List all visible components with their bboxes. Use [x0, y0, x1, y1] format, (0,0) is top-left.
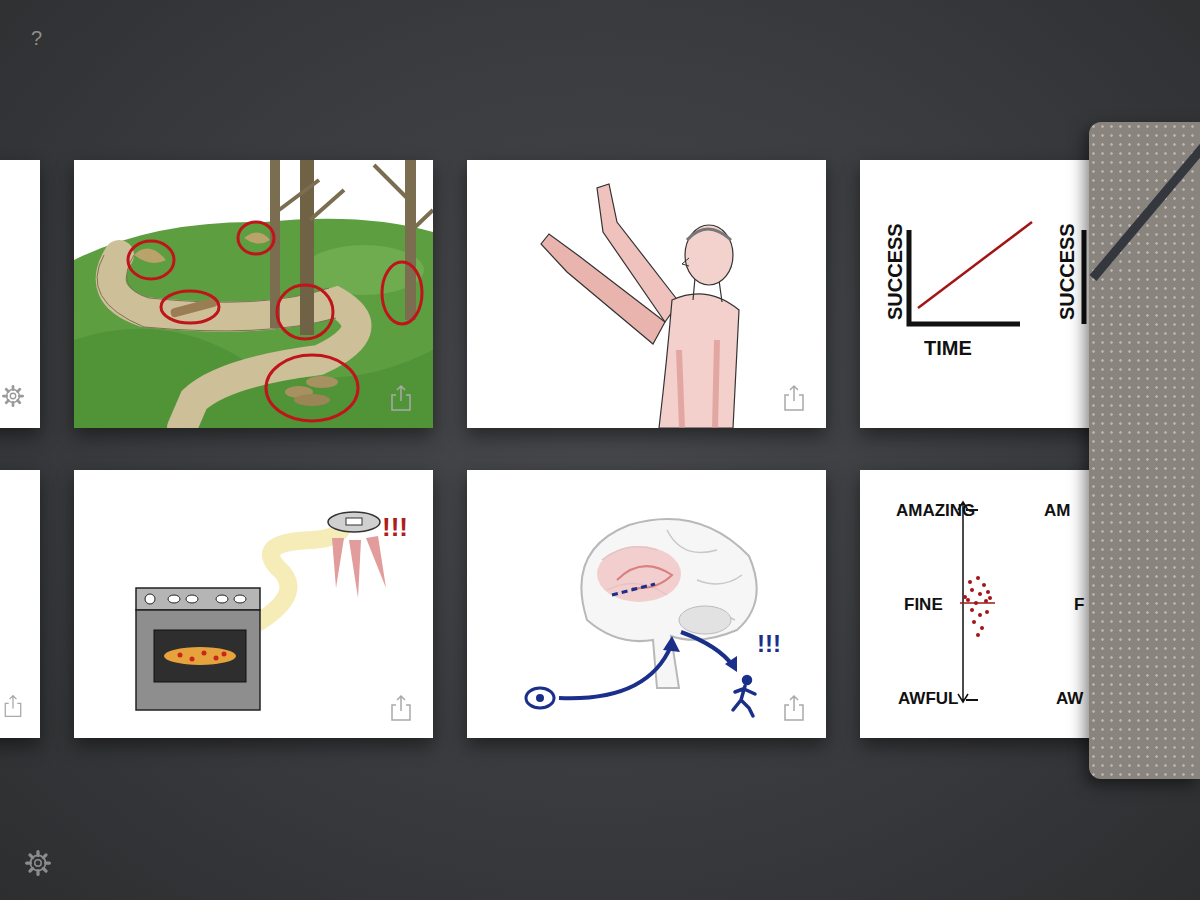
sketch-label: TIME	[924, 337, 972, 359]
sketch-row: SUCCESS TIME SUCCESS	[0, 160, 1200, 428]
sketch-label: AWFUL	[898, 689, 958, 708]
notebook-cover[interactable]	[1089, 122, 1200, 779]
share-icon[interactable]	[782, 694, 806, 722]
sketch-label: FINE	[904, 595, 943, 614]
page-card[interactable]: !!!	[74, 470, 433, 738]
share-icon[interactable]	[389, 694, 413, 722]
gear-icon[interactable]	[25, 850, 51, 876]
sketch-label: !!!	[382, 512, 408, 542]
page-card[interactable]	[0, 160, 40, 428]
page-card[interactable]: !!!	[467, 470, 826, 738]
sketch-gallery: SUCCESSTIMESUCCESS!!!!!!AMAZINGFINEAWFUL…	[0, 75, 1200, 738]
page-card[interactable]	[74, 160, 433, 428]
bottom-bar	[0, 850, 1200, 900]
sketch-label: SUCCESS	[1056, 223, 1078, 320]
help-button[interactable]: ?	[31, 28, 42, 48]
page-card[interactable]	[467, 160, 826, 428]
share-icon[interactable]	[2, 694, 24, 718]
share-icon[interactable]	[782, 384, 806, 412]
sketch-label: AM	[1044, 501, 1070, 520]
sketch-label: AW	[1056, 689, 1084, 708]
gear-icon[interactable]	[2, 384, 24, 408]
top-bar: ?	[0, 0, 1200, 75]
sketch-label: F	[1074, 595, 1084, 614]
sketch-label: SUCCESS	[884, 223, 906, 320]
sketch-row: !!!!!!AMAZINGFINEAWFULAMFAW	[0, 470, 1200, 738]
sketch-label: !!!	[757, 630, 781, 657]
page-card[interactable]	[0, 470, 40, 738]
share-icon[interactable]	[389, 384, 413, 412]
